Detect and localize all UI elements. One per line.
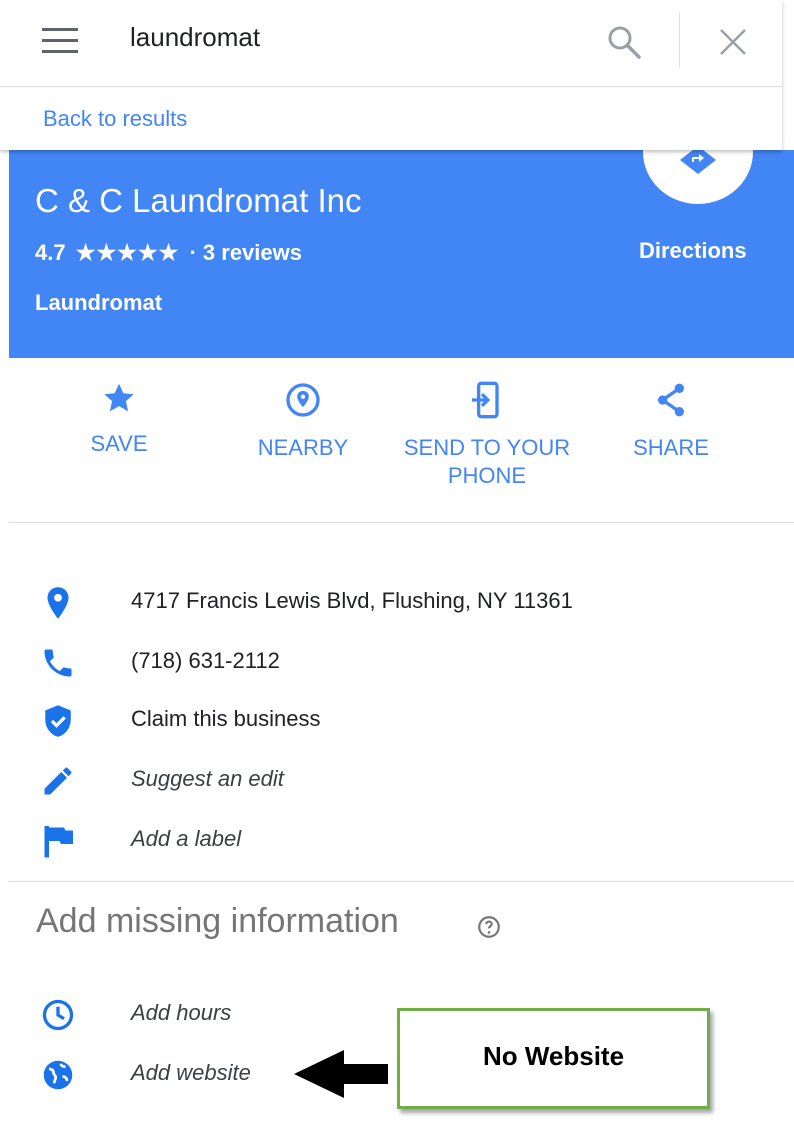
callout-text: No Website (482, 1041, 625, 1071)
save-label: SAVE (90, 431, 148, 456)
action-row: SAVE NEARBY SEND TO YOUR PHONE SHARE (0, 380, 794, 510)
place-category: Laundromat (35, 290, 163, 315)
suggest-edit-text: Suggest an edit (131, 766, 284, 791)
send-to-phone-icon (472, 381, 499, 419)
add-website-text: Add website (131, 1060, 251, 1085)
search-divider-horizontal (0, 86, 782, 87)
place-title: C & C Laundromat Inc (35, 182, 362, 219)
search-divider (679, 12, 680, 68)
search-icon[interactable] (604, 22, 644, 62)
share-label: SHARE (633, 435, 709, 460)
search-input[interactable]: laundromat (130, 22, 260, 53)
share-icon (658, 383, 684, 417)
send-to-phone-label: SEND TO YOUR PHONE (403, 435, 571, 488)
phone-row[interactable]: (718) 631-2112 (0, 640, 794, 680)
phone-icon (44, 649, 72, 677)
add-label-text: Add a label (131, 826, 242, 851)
reviews-link[interactable]: · 3 reviews (189, 240, 302, 265)
share-button[interactable]: SHARE (571, 380, 771, 462)
pencil-icon (44, 767, 72, 795)
send-to-phone-button[interactable]: SEND TO YOUR PHONE (387, 380, 587, 490)
nearby-label: NEARBY (257, 435, 349, 460)
annotation-arrow (294, 1050, 388, 1098)
location-pin-icon (47, 587, 69, 619)
shield-check-icon (45, 705, 71, 737)
close-icon[interactable] (715, 24, 751, 60)
section-title: Add missing information (36, 902, 399, 940)
search-panel: laundromat Back to results (0, 0, 782, 150)
suggest-edit-row[interactable]: Suggest an edit (0, 758, 794, 798)
star-rating: ★★★★★ (75, 240, 180, 265)
annotation-callout: No Website (397, 1008, 710, 1109)
star-icon (104, 383, 134, 412)
divider (9, 522, 794, 523)
nearby-icon (286, 383, 320, 417)
menu-icon[interactable] (42, 28, 78, 54)
back-to-results-link[interactable]: Back to results (43, 106, 187, 132)
phone-text: (718) 631-2112 (131, 648, 280, 673)
claim-business-text: Claim this business (131, 706, 321, 731)
directions-label[interactable]: Directions (639, 238, 747, 264)
nearby-button[interactable]: NEARBY (203, 380, 403, 462)
claim-business-row[interactable]: Claim this business (0, 698, 794, 738)
clock-icon (42, 999, 74, 1031)
flag-icon (44, 826, 73, 858)
help-icon[interactable] (476, 914, 502, 940)
add-label-row[interactable]: Add a label (0, 818, 794, 858)
add-hours-text: Add hours (131, 1000, 232, 1025)
place-header: C & C Laundromat Inc 4.7 ★★★★★ · 3 revie… (9, 100, 794, 358)
directions-icon (680, 146, 716, 174)
rating-value: 4.7 (35, 240, 66, 265)
divider (9, 881, 794, 882)
address-text: 4717 Francis Lewis Blvd, Flushing, NY 11… (131, 588, 573, 613)
rating-row[interactable]: 4.7 ★★★★★ · 3 reviews (35, 240, 302, 266)
address-row[interactable]: 4717 Francis Lewis Blvd, Flushing, NY 11… (0, 580, 794, 620)
globe-icon (43, 1060, 73, 1090)
save-button[interactable]: SAVE (19, 380, 219, 458)
